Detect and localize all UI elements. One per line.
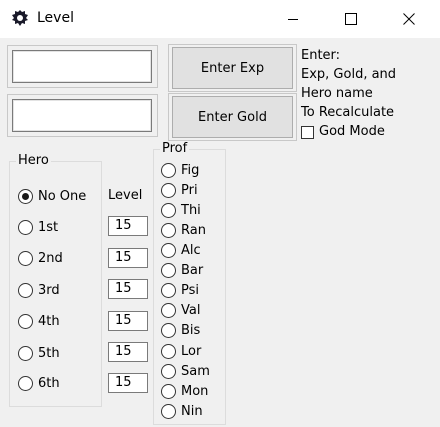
hero-radio-5th[interactable]: 5th — [18, 346, 60, 361]
instructions-line: To Recalculate — [301, 105, 395, 120]
hero-radio-1st[interactable]: 1st — [18, 220, 58, 235]
hero-option-label: 4th — [38, 314, 60, 329]
radio-icon — [18, 251, 33, 266]
prof-radio-sam[interactable]: Sam — [161, 364, 210, 379]
prof-option-label: Bar — [181, 263, 204, 278]
window-title: Level — [37, 10, 74, 26]
hero-radio-3rd[interactable]: 3rd — [18, 283, 60, 298]
prof-radio-bar[interactable]: Bar — [161, 263, 203, 278]
instructions-line: Exp, Gold, and — [301, 67, 397, 82]
radio-icon — [161, 243, 176, 258]
level-input-1st[interactable]: 15 — [108, 216, 148, 236]
gear-app-icon — [12, 10, 28, 26]
prof-option-label: Alc — [181, 243, 201, 258]
hero-option-label: 1st — [38, 220, 59, 235]
prof-option-label: Mon — [181, 384, 209, 399]
hero-option-label: 5th — [38, 346, 60, 361]
radio-icon — [18, 376, 33, 391]
prof-option-label: Pri — [181, 183, 198, 198]
prof-radio-lor[interactable]: Lor — [161, 344, 201, 359]
radio-icon — [161, 183, 176, 198]
radio-icon — [161, 203, 176, 218]
radio-selected-dot — [22, 193, 29, 200]
gold-input[interactable] — [12, 99, 152, 132]
prof-option-label: Fig — [181, 163, 200, 178]
radio-icon — [161, 163, 176, 178]
prof-option-label: Thi — [181, 203, 201, 218]
level-input-5th[interactable]: 15 — [108, 342, 148, 362]
hero-legend: Hero — [16, 153, 51, 168]
instructions-line: Hero name — [301, 86, 373, 101]
prof-radio-mon[interactable]: Mon — [161, 384, 208, 399]
hero-radio-4th[interactable]: 4th — [18, 314, 60, 329]
radio-icon — [161, 384, 176, 399]
prof-option-label: Bis — [181, 323, 201, 338]
exp-input[interactable] — [12, 50, 152, 83]
level-input-4th[interactable]: 15 — [108, 311, 148, 331]
radio-icon — [161, 303, 176, 318]
prof-radio-bis[interactable]: Bis — [161, 323, 200, 338]
close-icon — [403, 13, 415, 25]
prof-option-label: Psi — [181, 283, 199, 298]
maximize-button[interactable] — [322, 0, 380, 38]
radio-icon — [161, 323, 176, 338]
radio-icon — [18, 189, 33, 204]
hero-radio-6th[interactable]: 6th — [18, 376, 60, 391]
prof-radio-pri[interactable]: Pri — [161, 183, 198, 198]
prof-option-label: Lor — [181, 344, 202, 359]
enter-gold-button[interactable]: Enter Gold — [172, 96, 293, 138]
level-input-2nd[interactable]: 15 — [108, 248, 148, 268]
instructions-line: Enter: — [301, 48, 341, 63]
prof-radio-thi[interactable]: Thi — [161, 203, 201, 218]
instructions-text: Enter: Exp, Gold, and Hero name To Recal… — [301, 46, 396, 122]
prof-radio-val[interactable]: Val — [161, 303, 200, 318]
title-bar: Level — [0, 0, 440, 38]
radio-icon — [18, 220, 33, 235]
prof-radio-nin[interactable]: Nin — [161, 404, 203, 419]
hero-radio-no-one[interactable]: No One — [18, 189, 86, 204]
radio-icon — [18, 283, 33, 298]
maximize-icon — [345, 13, 357, 25]
radio-icon — [161, 364, 176, 379]
radio-icon — [161, 223, 176, 238]
radio-icon — [161, 283, 176, 298]
radio-icon — [161, 263, 176, 278]
prof-option-label: Val — [181, 303, 201, 318]
prof-radio-fig[interactable]: Fig — [161, 163, 199, 178]
prof-radio-psi[interactable]: Psi — [161, 283, 199, 298]
radio-icon — [161, 344, 176, 359]
prof-radio-ran[interactable]: Ran — [161, 223, 206, 238]
level-label: Level — [108, 188, 143, 203]
level-input-6th[interactable]: 15 — [108, 373, 148, 393]
prof-option-label: Nin — [181, 404, 203, 419]
hero-radio-2nd[interactable]: 2nd — [18, 251, 63, 266]
minimize-icon — [288, 19, 298, 20]
close-button[interactable] — [380, 0, 438, 38]
radio-icon — [18, 314, 33, 329]
prof-radio-alc[interactable]: Alc — [161, 243, 201, 258]
god-mode-checkbox[interactable] — [301, 126, 314, 139]
radio-icon — [18, 346, 33, 361]
hero-option-label: 2nd — [38, 251, 63, 266]
prof-legend: Prof — [160, 141, 190, 156]
god-mode-label: God Mode — [319, 124, 385, 139]
prof-option-label: Sam — [181, 364, 210, 379]
prof-option-label: Ran — [181, 223, 206, 238]
level-input-3rd[interactable]: 15 — [108, 279, 148, 299]
hero-option-label: No One — [38, 189, 87, 204]
minimize-button[interactable] — [264, 0, 322, 38]
radio-icon — [161, 404, 176, 419]
hero-option-label: 6th — [38, 376, 60, 391]
hero-option-label: 3rd — [38, 283, 60, 298]
enter-exp-button[interactable]: Enter Exp — [172, 47, 293, 89]
